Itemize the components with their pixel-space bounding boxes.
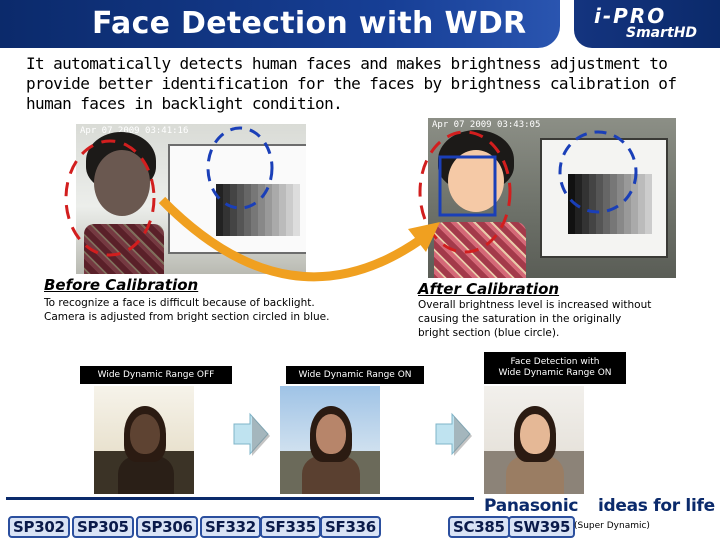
step-label-face-detection: Face Detection with Wide Dynamic Range O… <box>484 352 626 384</box>
photo-wdr-on <box>280 386 380 494</box>
photo-face-detection <box>484 386 584 494</box>
face-bright <box>520 414 550 454</box>
super-dynamic-note: (Super Dynamic) <box>574 521 650 531</box>
after-caption-2: causing the saturation in the originally <box>418 313 622 325</box>
face-detection-box <box>438 155 497 217</box>
model-badge: SC385 <box>448 516 510 538</box>
before-caption-2: Camera is adjusted from bright section c… <box>44 311 330 323</box>
model-badge: SP305 <box>72 516 134 538</box>
panasonic-logo: Panasonic <box>484 496 579 516</box>
face-dark <box>130 414 160 454</box>
step-arrow-2 <box>435 412 472 456</box>
after-title: After Calibration <box>418 280 560 298</box>
model-badge: SP306 <box>136 516 198 538</box>
step-label-wdr-off: Wide Dynamic Range OFF <box>80 366 232 384</box>
footer-divider <box>6 497 474 500</box>
calibration-arrow <box>158 196 423 282</box>
model-badge: SW395 <box>508 516 576 538</box>
photo-wdr-off <box>94 386 194 494</box>
step-arrow-1 <box>233 412 270 456</box>
after-caption-3: bright section (blue circle). <box>418 327 560 339</box>
face-medium <box>316 414 346 454</box>
before-title: Before Calibration <box>44 276 199 294</box>
before-caption-1: To recognize a face is difficult because… <box>44 297 315 309</box>
model-badge: SF335 <box>260 516 321 538</box>
model-badge: SF336 <box>320 516 381 538</box>
slogan: ideas for life <box>598 496 715 516</box>
step-label-wdr-on: Wide Dynamic Range ON <box>286 366 424 384</box>
bright-area-circle-before <box>206 126 274 210</box>
model-badge: SP302 <box>8 516 70 538</box>
face-circle-before <box>64 139 156 257</box>
after-caption-1: Overall brightness level is increased wi… <box>418 299 652 311</box>
model-badge: SF332 <box>200 516 261 538</box>
bright-area-circle-after <box>558 130 638 214</box>
